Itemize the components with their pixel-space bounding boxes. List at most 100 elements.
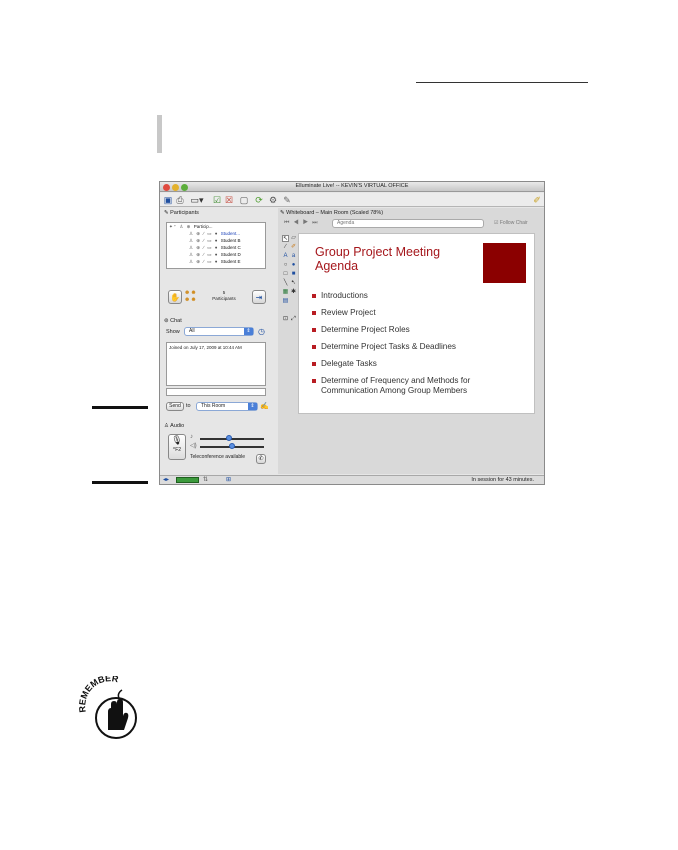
clipart-tool-icon[interactable]: ✱ (290, 289, 297, 296)
save-icon[interactable]: ▣ (163, 195, 173, 205)
slide-accent-square (483, 243, 526, 283)
pen-tool-icon[interactable]: ∕ (282, 244, 289, 251)
callout-line-status (92, 481, 148, 484)
follow-chair-checkbox[interactable]: ☑ Follow Chair (494, 220, 528, 226)
clock-icon[interactable]: ◷ (258, 327, 265, 336)
list-item[interactable]: ♙ ⊕ ∕ ▭ ● Student... (189, 231, 285, 237)
refresh-icon[interactable]: ⟳ (254, 195, 264, 205)
session-duration: In session for 43 minutes. (471, 477, 534, 483)
whiteboard-panel: ✎ Whiteboard – Main Room (Scaled 78%) ⏮◀… (278, 208, 544, 474)
highlighter-tool-icon[interactable]: ✐ (290, 244, 297, 251)
raise-hand-button[interactable]: ✋ (168, 290, 182, 304)
participant-count: 5 Participants (212, 290, 236, 301)
teleconference-status: Teleconference available (190, 454, 246, 460)
toolbar: ▣ ⎙ ▭▾ ☑ ☒ ▢ ⟳ ⚙ ✎ ✐ (160, 193, 544, 207)
notes-icon[interactable]: ✎ (282, 195, 292, 205)
page-navigation[interactable]: ⏮◀▶⏭ (284, 220, 322, 227)
ellipse-tool-icon[interactable]: ○ (282, 262, 289, 269)
emoticon-icons[interactable]: ☻☻ ☻☻ (184, 290, 197, 304)
slide-bullet-text: Determine Project Tasks & Deadlines (321, 342, 457, 351)
line-tool-icon[interactable]: ╲ (282, 280, 289, 287)
chat-filter-select[interactable]: All ⇕ (184, 327, 254, 336)
list-item[interactable]: ♙ ⊕ ∕ ▭ ● Student B (189, 238, 285, 244)
exit-room-button[interactable]: ⇥ (252, 290, 266, 304)
list-item[interactable]: ♙ ⊕ ∕ ▭ ● Student D (189, 252, 285, 258)
participant-list[interactable]: ✦⁺ ♙ ⊕ Particip... ♙ ⊕ ∕ ▭ ● Student... … (166, 222, 266, 269)
help-icon[interactable]: ✐ (532, 195, 542, 205)
recipient-select[interactable]: This Room ⇕ (196, 402, 258, 411)
slide-title-line1: Group Project Meeting (315, 245, 441, 259)
mic-volume-knob[interactable] (229, 443, 235, 449)
screenshot-tool-icon[interactable]: ▤ (282, 298, 289, 305)
chat-log[interactable]: Joined on July 17, 2009 at 10:44 AM (166, 342, 266, 386)
private-chat-icon[interactable]: ✍ (260, 402, 269, 410)
talk-button[interactable]: 🎙 ^F2 (168, 434, 186, 460)
microphone-icon: 🎙 (171, 435, 183, 445)
page-select[interactable]: Agenda (332, 219, 484, 228)
status-bar: ◂▸ ⇅ ⊞ In session for 43 minutes. (160, 475, 544, 484)
phone-button[interactable]: ✆ (256, 454, 266, 464)
connection-speed-bar (176, 477, 199, 483)
list-item[interactable]: ♙ ⊕ ∕ ▭ ● Student C (189, 245, 285, 251)
to-label: to (186, 403, 191, 409)
chat-input[interactable] (166, 388, 266, 396)
slide-bullet: Determine of Frequency and Methods for Co… (312, 376, 470, 396)
participant-icons: ♙ ⊕ ∕ ▭ ● (189, 231, 221, 236)
column-icons: ✦⁺ ♙ ⊕ (169, 224, 194, 229)
participant-icons: ♙ ⊕ ∕ ▭ ● (189, 259, 221, 264)
recorder-icon: ⊞ (226, 477, 232, 483)
participant-icons: ♙ ⊕ ∕ ▭ ● (189, 238, 221, 243)
image-tool-icon[interactable]: ▦ (282, 289, 289, 296)
callout-line-chat (92, 406, 148, 409)
slide-bullet: Determine Project Roles (312, 325, 410, 335)
rectangle-tool-icon[interactable]: □ (282, 271, 289, 278)
font-tool-icon[interactable]: a (290, 253, 297, 260)
filled-ellipse-tool-icon[interactable]: ● (290, 262, 297, 269)
window-title: Elluminate Live! -- KEVIN'S VIRTUAL OFFI… (295, 183, 409, 189)
slide-bullet-text: Delegate Tasks (321, 359, 377, 368)
slide-bullet-text: Review Project (321, 308, 376, 317)
screen-icon[interactable]: ▢ (239, 195, 249, 205)
title-bar: Elluminate Live! -- KEVIN'S VIRTUAL OFFI… (160, 182, 544, 192)
app-window: Elluminate Live! -- KEVIN'S VIRTUAL OFFI… (159, 181, 545, 485)
slide-bullet-text: Introductions (321, 291, 368, 300)
slide-bullet: Review Project (312, 308, 376, 318)
participant-icons: ♙ ⊕ ∕ ▭ ● (189, 245, 221, 250)
participant-list-header: ✦⁺ ♙ ⊕ Particip... (169, 224, 213, 229)
speaker-volume-slider[interactable] (200, 438, 264, 440)
zoom-tool-icon[interactable]: ⊡ (282, 316, 289, 323)
list-item[interactable]: ♙ ⊕ ∕ ▭ ● Student E (189, 259, 285, 265)
audio-heading: ♙ Audio (164, 423, 185, 429)
poll-icon[interactable]: ☑ (212, 195, 222, 205)
slide-bullet: Determine Project Tasks & Deadlines (312, 342, 456, 352)
send-button[interactable]: Send (166, 402, 184, 411)
layout-icon[interactable]: ▭▾ (190, 195, 204, 205)
slide-title-line2: Agenda (315, 259, 359, 273)
slide-bullet: Introductions (312, 291, 368, 301)
close-poll-icon[interactable]: ☒ (224, 195, 234, 205)
speaker-volume-knob[interactable] (225, 435, 232, 441)
whiteboard-slide[interactable]: Group Project Meeting Agenda Introductio… (298, 233, 535, 414)
speaker-icon: ♪ (190, 434, 193, 440)
slide-bullet-text: Determine of Frequency and Methods for (321, 376, 471, 385)
chevron-down-icon: ⇕ (248, 403, 257, 410)
chat-show-label: Show (166, 329, 180, 335)
page-rule (416, 82, 588, 83)
tools-icon[interactable]: ⚙ (268, 195, 278, 205)
slide-bullet: Delegate Tasks (312, 359, 377, 369)
chevron-down-icon: ⇕ (244, 328, 253, 335)
connection-icon: ◂▸ (163, 477, 170, 483)
remember-badge-icon: REMEMBER (77, 676, 137, 739)
text-tool-icon[interactable]: A (282, 253, 289, 260)
mic-level-icon: ◁) (190, 443, 197, 449)
select-tool-icon[interactable]: ↖ (282, 235, 289, 242)
eraser-tool-icon[interactable]: ▱ (290, 235, 297, 242)
print-icon[interactable]: ⎙ (175, 195, 185, 205)
participants-heading: ✎ Participants (164, 210, 199, 216)
fit-tool-icon[interactable]: ⤢ (290, 316, 297, 323)
chat-heading: ⊚ Chat (164, 318, 182, 324)
pointer-tool-icon[interactable]: ➷ (290, 280, 297, 287)
filled-rectangle-tool-icon[interactable]: ■ (290, 271, 297, 278)
slide-bullet-text: Determine Project Roles (321, 325, 410, 334)
network-icon: ⇅ (203, 477, 209, 483)
